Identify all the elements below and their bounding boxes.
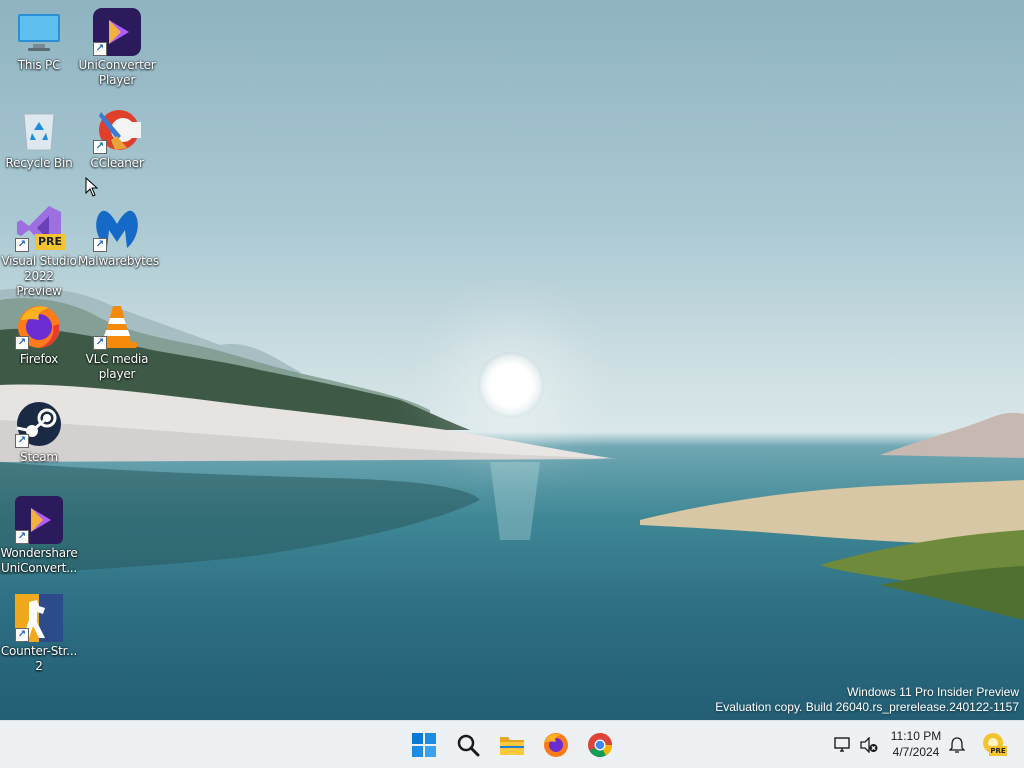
vlc-icon: ↗ [93,302,141,350]
shortcut-arrow-icon: ↗ [15,434,29,448]
taskbar-clock[interactable]: 11:10 PM 4/7/2024 [880,728,952,760]
chrome-icon [588,733,612,758]
desktop-icon-label: VLC media player [85,352,149,381]
chrome-taskbar-button[interactable] [580,725,620,765]
taskbar: 11:10 PM 4/7/2024 PRE [0,720,1024,768]
desktop-icon-label: Recycle Bin [5,156,73,170]
counter-strike-icon: ↗ [15,594,63,642]
shortcut-arrow-icon: ↗ [15,238,29,252]
desktop-icon-label: CCleaner [90,156,144,170]
desktop-icon-label: UniConverter Player [78,58,156,87]
shortcut-arrow-icon: ↗ [93,140,107,154]
file-explorer-icon [500,737,524,755]
desktop-icon-label: Counter-Str... 2 [0,644,78,673]
desktop-icon-visual-studio[interactable]: PRE ↗ Visual Studio 2022 Preview [0,198,78,299]
bell-icon [949,737,965,753]
notifications-button[interactable] [946,721,968,769]
desktop-icon-label: Firefox [19,352,59,366]
desktop-icon-wondershare-uniconverter[interactable]: ↗ Wondershare UniConvert... [0,490,78,576]
watermark-edition: Windows 11 Pro Insider Preview [847,685,1019,699]
start-button[interactable] [404,725,444,765]
malwarebytes-icon: ↗ [93,204,141,252]
search-icon [457,734,480,757]
desktop-background[interactable]: This PC ↗ UniConverter Player Recycle Bi… [0,0,1024,720]
sun [478,352,544,418]
wondershare-uniconverter-icon: ↗ [15,496,63,544]
recycle-bin-icon [15,106,63,154]
ccleaner-icon: ↗ [93,106,141,154]
shortcut-arrow-icon: ↗ [93,42,107,56]
desktop-icon-label: This PC [17,58,61,72]
clock-time: 11:10 PM [890,729,942,743]
file-explorer-button[interactable] [492,725,532,765]
firefox-icon: ↗ [15,302,63,350]
volume-muted-icon [860,737,878,753]
desktop-icon-uniconverter-player[interactable]: ↗ UniConverter Player [78,2,156,88]
windows-watermark: Windows 11 Pro Insider Preview Evaluatio… [715,685,1019,715]
clock-date: 4/7/2024 [892,745,940,759]
firefox-icon [544,733,568,757]
monitor-icon [15,8,63,56]
mouse-cursor-icon [85,176,99,201]
desktop-icon-recycle-bin[interactable]: Recycle Bin [0,100,78,171]
desktop-icon-steam[interactable]: ↗ Steam [0,394,78,465]
watermark-build: Evaluation copy. Build 26040.rs_prerelea… [715,700,1019,714]
shortcut-arrow-icon: ↗ [15,628,29,642]
desktop-icon-malwarebytes[interactable]: ↗ Malwarebytes [78,198,159,269]
volume-icon-button[interactable] [858,721,880,769]
desktop-icon-label: Visual Studio 2022 Preview [1,254,77,298]
desktop-icon-label: Steam [20,450,58,464]
desktop-icon-label: Malwarebytes [78,254,159,268]
desktop-icon-firefox[interactable]: ↗ Firefox [0,296,78,367]
steam-icon: ↗ [15,400,63,448]
desktop-icon-label: Wondershare UniConvert... [0,546,78,575]
shortcut-arrow-icon: ↗ [93,336,107,350]
desktop-icon-vlc[interactable]: ↗ VLC media player [78,296,156,382]
uniconverter-player-icon: ↗ [93,8,141,56]
shortcut-arrow-icon: ↗ [93,238,107,252]
search-button[interactable] [448,725,488,765]
visual-studio-icon: PRE ↗ [15,204,65,252]
start-icon [412,733,436,757]
network-icon [834,737,850,752]
shortcut-arrow-icon: ↗ [15,530,29,544]
firefox-taskbar-button[interactable] [536,725,576,765]
desktop-icon-this-pc[interactable]: This PC [0,2,78,73]
desktop-icon-ccleaner[interactable]: ↗ CCleaner [78,100,156,171]
network-icon-button[interactable] [832,721,854,769]
tray-pre-badge: PRE [989,746,1007,756]
insider-preview-button[interactable]: PRE [978,721,1010,769]
pre-badge: PRE [35,234,65,250]
shortcut-arrow-icon: ↗ [15,336,29,350]
insider-icon: PRE [981,732,1007,758]
desktop-icon-counter-strike[interactable]: ↗ Counter-Str... 2 [0,588,78,674]
